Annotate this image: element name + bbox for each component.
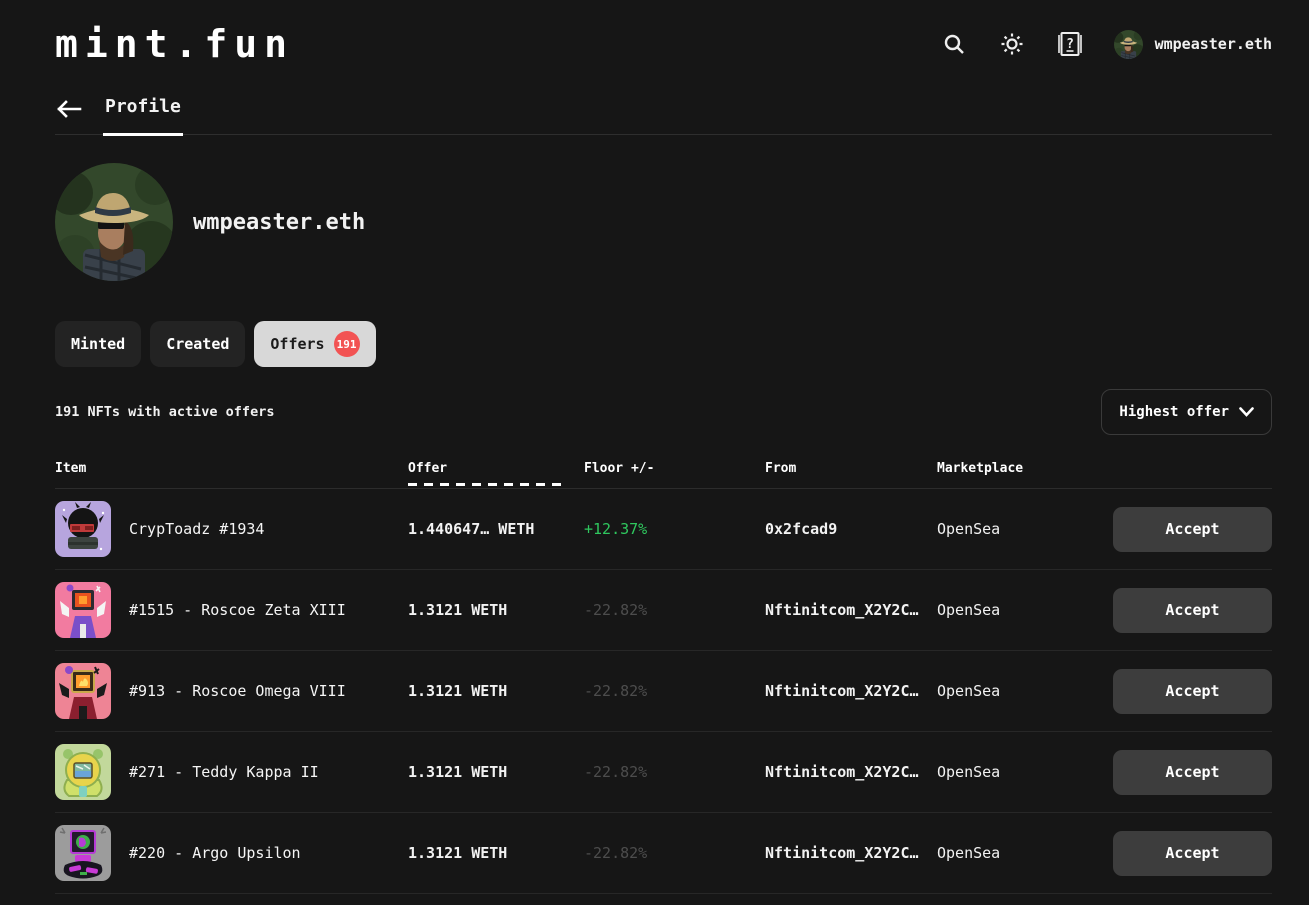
sort-indicator-dashes <box>408 483 566 486</box>
marketplace: OpenSea <box>937 763 1113 781</box>
nft-thumbnail <box>55 663 111 719</box>
tab-created-label: Created <box>166 335 229 353</box>
offer-from[interactable]: Nftinitcom_X2Y2C… <box>765 601 937 619</box>
profile-tabs: Minted Created Offers 191 <box>55 321 1272 367</box>
offer-amount: 1.3121 WETH <box>408 763 584 781</box>
back-arrow-icon[interactable] <box>55 96 83 124</box>
tab-created[interactable]: Created <box>150 321 245 367</box>
page-nav: Profile <box>55 96 1272 135</box>
tab-minted[interactable]: Minted <box>55 321 141 367</box>
profile-username: wmpeaster.eth <box>193 210 365 235</box>
floor-change: -22.82% <box>584 682 765 700</box>
nft-name[interactable]: #271 - Teddy Kappa II <box>129 763 319 781</box>
svg-text:?: ? <box>1066 37 1074 52</box>
nft-item-cell[interactable]: #220 - Argo Upsilon <box>55 825 408 881</box>
nft-thumbnail <box>55 825 111 881</box>
page: mint.fun ? <box>0 0 1309 894</box>
offers-table-body: CrypToadz #1934 1.440647… WETH +12.37% 0… <box>55 489 1272 894</box>
nft-thumbnail-art <box>55 501 111 557</box>
offer-from[interactable]: 0x2fcad9 <box>765 520 937 538</box>
topbar-actions: ? wmpeaster.eth <box>940 30 1272 59</box>
search-icon[interactable] <box>940 30 968 58</box>
tab-minted-label: Minted <box>71 335 125 353</box>
accept-button[interactable]: Accept <box>1113 507 1272 552</box>
nft-name[interactable]: #1515 - Roscoe Zeta XIII <box>129 601 346 619</box>
nft-thumbnail <box>55 744 111 800</box>
offer-from[interactable]: Nftinitcom_X2Y2C… <box>765 763 937 781</box>
nft-item-cell[interactable]: #913 - Roscoe Omega VIII <box>55 663 408 719</box>
nft-item-cell[interactable]: #271 - Teddy Kappa II <box>55 744 408 800</box>
nft-item-cell[interactable]: #1515 - Roscoe Zeta XIII <box>55 582 408 638</box>
tab-offers[interactable]: Offers 191 <box>254 321 375 367</box>
col-from: From <box>765 461 937 476</box>
offers-toolbar: 191 NFTs with active offers Highest offe… <box>55 389 1272 435</box>
nft-thumbnail-art <box>55 744 111 800</box>
floor-change: +12.37% <box>584 520 765 538</box>
accept-button[interactable]: Accept <box>1113 588 1272 633</box>
accept-button[interactable]: Accept <box>1113 750 1272 795</box>
tab-offers-label: Offers <box>270 335 324 353</box>
nft-thumbnail-art <box>55 663 111 719</box>
nft-name[interactable]: #220 - Argo Upsilon <box>129 844 301 862</box>
offer-amount: 1.3121 WETH <box>408 682 584 700</box>
offer-from[interactable]: Nftinitcom_X2Y2C… <box>765 844 937 862</box>
chevron-down-icon <box>1239 407 1254 417</box>
nft-thumbnail-art <box>55 582 111 638</box>
offers-count-badge: 191 <box>334 331 360 357</box>
nft-thumbnail-art <box>55 825 111 881</box>
sun-icon[interactable] <box>998 30 1026 58</box>
marketplace: OpenSea <box>937 682 1113 700</box>
profile-avatar <box>55 163 173 281</box>
marketplace: OpenSea <box>937 601 1113 619</box>
offers-summary: 191 NFTs with active offers <box>55 404 274 420</box>
floor-change: -22.82% <box>584 601 765 619</box>
topbar-username[interactable]: wmpeaster.eth <box>1155 35 1272 53</box>
col-offer[interactable]: Offer <box>408 461 584 476</box>
user-avatar[interactable] <box>1114 30 1143 59</box>
nft-item-cell[interactable]: CrypToadz #1934 <box>55 501 408 557</box>
sort-dropdown-label: Highest offer <box>1119 404 1229 420</box>
table-row: #913 - Roscoe Omega VIII 1.3121 WETH -22… <box>55 651 1272 732</box>
col-floor: Floor +/- <box>584 461 765 476</box>
offer-amount: 1.440647… WETH <box>408 520 584 538</box>
accept-button[interactable]: Accept <box>1113 831 1272 876</box>
table-row: CrypToadz #1934 1.440647… WETH +12.37% 0… <box>55 489 1272 570</box>
profile-header: wmpeaster.eth <box>55 163 1272 281</box>
col-offer-label: Offer <box>408 461 447 476</box>
nft-name[interactable]: #913 - Roscoe Omega VIII <box>129 682 346 700</box>
floor-change: -22.82% <box>584 763 765 781</box>
offer-amount: 1.3121 WETH <box>408 844 584 862</box>
table-row: #220 - Argo Upsilon 1.3121 WETH -22.82% … <box>55 813 1272 894</box>
table-row: #271 - Teddy Kappa II 1.3121 WETH -22.82… <box>55 732 1272 813</box>
accept-button[interactable]: Accept <box>1113 669 1272 714</box>
marketplace: OpenSea <box>937 844 1113 862</box>
table-row: #1515 - Roscoe Zeta XIII 1.3121 WETH -22… <box>55 570 1272 651</box>
mintfun-logo[interactable]: mint.fun <box>55 22 294 66</box>
offer-amount: 1.3121 WETH <box>408 601 584 619</box>
offer-from[interactable]: Nftinitcom_X2Y2C… <box>765 682 937 700</box>
col-item: Item <box>55 461 408 476</box>
sort-dropdown[interactable]: Highest offer <box>1101 389 1272 435</box>
help-icon[interactable]: ? <box>1056 30 1084 58</box>
marketplace: OpenSea <box>937 520 1113 538</box>
offers-table-header: Item Offer Floor +/- From Marketplace <box>55 461 1272 489</box>
nft-name[interactable]: CrypToadz #1934 <box>129 520 264 538</box>
nft-thumbnail <box>55 501 111 557</box>
floor-change: -22.82% <box>584 844 765 862</box>
topbar: mint.fun ? <box>55 0 1272 88</box>
nft-thumbnail <box>55 582 111 638</box>
page-title[interactable]: Profile <box>103 96 183 136</box>
col-marketplace: Marketplace <box>937 461 1113 476</box>
